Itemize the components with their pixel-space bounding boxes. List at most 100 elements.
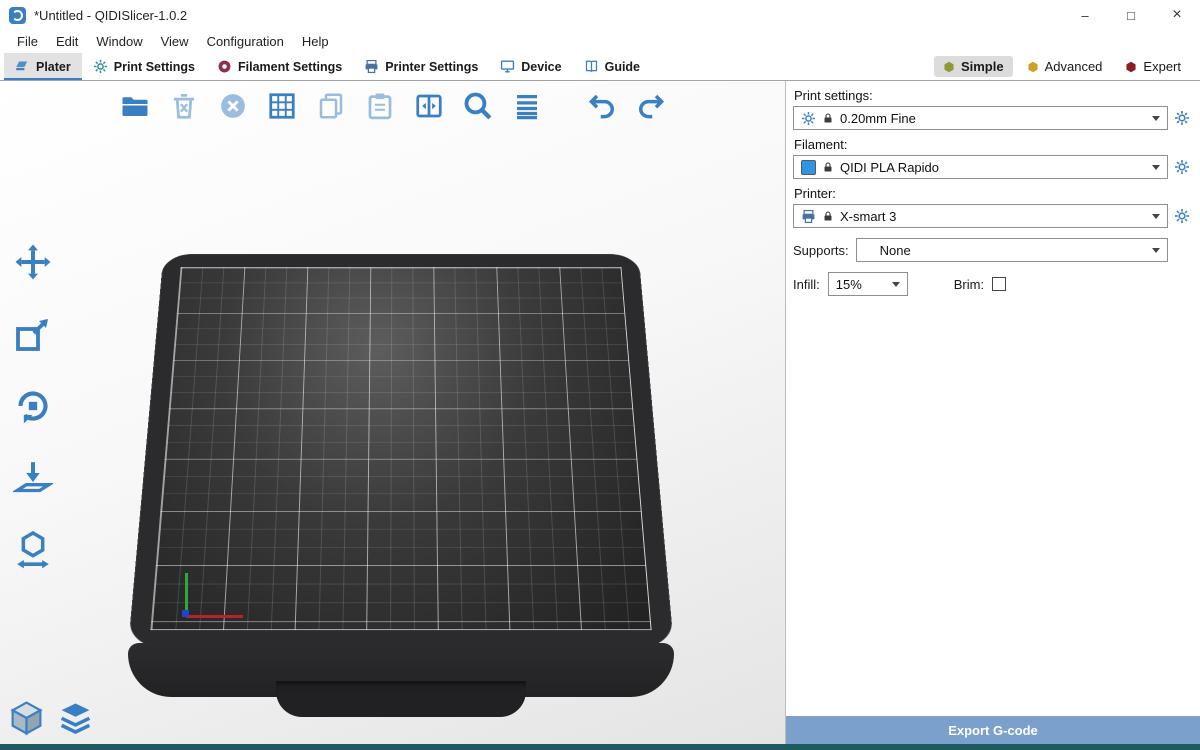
menu-edit[interactable]: Edit [47,34,87,49]
redo-icon [636,91,666,121]
variable-layer-height-button[interactable] [508,87,545,124]
menu-window[interactable]: Window [87,34,151,49]
rotate-icon [13,386,53,426]
book-icon [584,59,599,74]
mode-advanced-label: Advanced [1045,59,1103,74]
open-icon [120,91,150,121]
arrange-button[interactable] [263,87,300,124]
supports-value: None [864,243,911,258]
tab-plater[interactable]: Plater [4,53,82,80]
infill-combo[interactable]: 15% [828,272,908,296]
print-settings-label: Print settings: [794,88,1193,103]
place-on-face-button[interactable] [10,455,56,501]
menu-help[interactable]: Help [293,34,338,49]
move-icon [13,242,53,282]
chevron-down-icon [1152,116,1160,121]
preview-view-icon [57,693,94,743]
window-controls: – □ × [1062,0,1200,30]
copy-button[interactable] [312,87,349,124]
minimize-button[interactable]: – [1062,0,1108,30]
plater-icon [15,59,30,74]
brim-label: Brim: [954,277,984,292]
search-button[interactable] [459,87,496,124]
lock-icon [822,112,834,125]
move-button[interactable] [10,239,56,285]
filament-combo[interactable]: QIDI PLA Rapido [793,155,1168,179]
arrange-icon [267,91,297,121]
printer-edit-button[interactable] [1171,205,1193,227]
measure-button[interactable] [10,527,56,573]
editor-view-button[interactable] [8,699,45,736]
printer-label: Printer: [794,186,1193,201]
expert-mode-icon [1125,61,1137,73]
mode-simple[interactable]: Simple [934,56,1013,77]
z-axis-marker [185,573,188,614]
tab-device[interactable]: Device [489,53,572,80]
print-settings-combo[interactable]: 0.20mm Fine [793,106,1168,130]
tab-device-label: Device [521,60,561,74]
chevron-down-icon [892,282,900,287]
app-logo-icon [9,7,26,24]
infill-label: Infill: [793,277,820,292]
split-objects-icon [414,91,444,121]
close-button[interactable]: × [1154,0,1200,30]
search-icon [461,89,494,122]
menu-file[interactable]: File [8,34,47,49]
chevron-down-icon [1152,248,1160,253]
filament-edit-button[interactable] [1171,156,1193,178]
redo-button[interactable] [632,87,669,124]
export-gcode-button[interactable]: Export G-code [786,716,1200,744]
object-toolbar [10,239,56,573]
tab-print-settings[interactable]: Print Settings [82,53,206,80]
origin-marker [182,610,189,617]
copy-icon [316,91,346,121]
maximize-button[interactable]: □ [1108,0,1154,30]
mode-simple-label: Simple [961,59,1004,74]
lock-icon [822,210,834,223]
supports-combo[interactable]: None [856,238,1168,262]
mode-expert[interactable]: Expert [1116,56,1190,77]
printer-icon [364,59,379,74]
filament-label: Filament: [794,137,1193,152]
lock-icon [822,161,834,174]
tab-printer-settings[interactable]: Printer Settings [353,53,489,80]
open-button[interactable] [116,87,153,124]
menu-bar: File Edit Window View Configuration Help [0,30,1200,53]
bed-handle [276,681,526,717]
paste-button[interactable] [361,87,398,124]
supports-label: Supports: [793,243,849,258]
measure-icon [13,530,53,570]
mode-expert-label: Expert [1143,59,1181,74]
preview-view-button[interactable] [57,699,94,736]
undo-button[interactable] [583,87,620,124]
filament-value: QIDI PLA Rapido [840,160,939,175]
tab-filament-settings[interactable]: Filament Settings [206,53,353,80]
gear-icon [801,111,816,126]
3d-viewport[interactable] [0,81,785,744]
brim-checkbox[interactable] [992,277,1006,291]
delete-button[interactable] [165,87,202,124]
simple-mode-icon [943,61,955,73]
view-toggles [8,699,94,736]
tab-filament-settings-label: Filament Settings [238,60,342,74]
titlebar: *Untitled - QIDISlicer-1.0.2 – □ × [0,0,1200,30]
paste-icon [365,91,395,121]
tab-guide[interactable]: Guide [573,53,651,80]
scale-button[interactable] [10,311,56,357]
window-title: *Untitled - QIDISlicer-1.0.2 [34,8,187,23]
main-area: Print settings: 0.20mm Fine Filament: QI… [0,81,1200,744]
menu-view[interactable]: View [152,34,198,49]
rotate-button[interactable] [10,383,56,429]
chevron-down-icon [1152,165,1160,170]
tab-bar: Plater Print Settings Filament Settings … [0,53,1200,81]
mode-advanced[interactable]: Advanced [1018,56,1112,77]
gear-icon [1174,110,1190,126]
delete-all-button[interactable] [214,87,251,124]
menu-configuration[interactable]: Configuration [198,34,293,49]
split-objects-button[interactable] [410,87,447,124]
print-bed [128,254,674,647]
delete-all-icon [218,91,248,121]
editor-view-icon [8,689,45,745]
printer-combo[interactable]: X-smart 3 [793,204,1168,228]
print-settings-edit-button[interactable] [1171,107,1193,129]
